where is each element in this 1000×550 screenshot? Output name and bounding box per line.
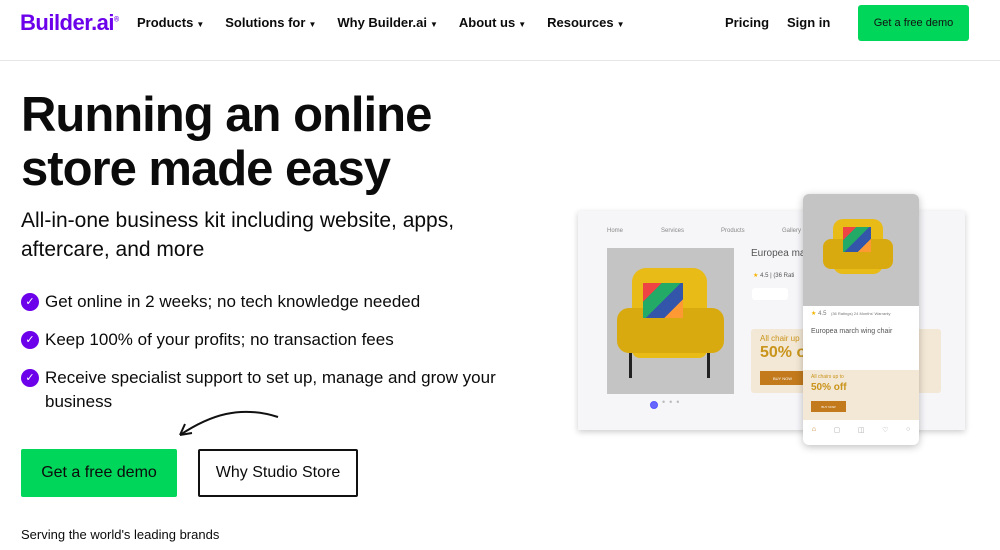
heart-icon[interactable]: ♡: [882, 426, 888, 434]
menu-about[interactable]: About us ▼: [459, 15, 526, 30]
star-icon: ★: [753, 273, 759, 279]
get-demo-button[interactable]: Get a free demo: [21, 449, 177, 497]
main-menu: Products ▼ Solutions for ▼ Why Builder.ai ▼…: [137, 15, 625, 30]
check-icon: ✓: [21, 293, 39, 311]
chevron-down-icon: ▼: [616, 20, 625, 29]
feature-item: ✓ Get online in 2 weeks; no tech knowledg…: [21, 290, 501, 314]
chair-image: [607, 248, 734, 394]
check-icon: ✓: [21, 369, 39, 387]
home-icon[interactable]: ⌂: [812, 426, 816, 434]
hero-title: Running an online store made easy: [21, 88, 432, 196]
chat-icon[interactable]: ▢: [834, 426, 841, 434]
mock-nav-products: Products: [721, 228, 745, 234]
phone-promo: All chairs up to 50% off BUY NOW: [803, 370, 919, 420]
menu-products[interactable]: Products ▼: [137, 15, 204, 30]
menu-resources[interactable]: Resources ▼: [547, 15, 624, 30]
phone-buy-now-button[interactable]: BUY NOW: [811, 401, 846, 412]
get-demo-button-nav[interactable]: Get a free demo: [858, 5, 969, 41]
mock-product-title: Europea ma: [751, 248, 806, 259]
serving-text: Serving the world's leading brands: [21, 527, 220, 542]
phone-mockup: ★ 4.5 (36 Ratings) 24 Months' Warranty E…: [803, 194, 919, 445]
profile-icon[interactable]: ○: [906, 426, 910, 434]
top-nav: Builder.ai® Products ▼ Solutions for ▼ Why…: [0, 0, 1000, 61]
arrow-icon: [179, 410, 279, 436]
phone-product-title: Europea march wing chair: [811, 328, 893, 335]
hero-subtitle: All-in-one business kit including websit…: [21, 209, 455, 261]
chevron-down-icon: ▼: [308, 20, 317, 29]
feature-item: ✓ Keep 100% of your profits; no transacti…: [21, 328, 501, 352]
carousel-dot-active[interactable]: [650, 401, 658, 409]
star-icon: ★: [811, 311, 817, 317]
bag-icon[interactable]: ◫: [858, 426, 865, 434]
mock-nav-gallery: Gallery: [782, 228, 802, 234]
logo-text: Builder.ai: [20, 10, 115, 35]
buy-now-button[interactable]: BUY NOW: [760, 371, 805, 385]
chevron-down-icon: ▼: [429, 20, 438, 29]
phone-tab-bar: ⌂ ▢ ◫ ♡ ○: [803, 426, 919, 434]
chevron-down-icon: ▼: [518, 20, 527, 29]
why-studio-store-button[interactable]: Why Studio Store: [198, 449, 358, 497]
mock-nav-home: Home: [607, 228, 624, 234]
check-icon: ✓: [21, 331, 39, 349]
builder-logo[interactable]: Builder.ai®: [20, 10, 119, 36]
carousel-dots[interactable]: •••: [662, 397, 683, 407]
menu-why-builder[interactable]: Why Builder.ai ▼: [337, 15, 438, 30]
mock-nav-services: Services: [661, 228, 685, 234]
pricing-link[interactable]: Pricing: [725, 15, 769, 30]
menu-solutions[interactable]: Solutions for ▼: [225, 15, 316, 30]
signin-link[interactable]: Sign in: [787, 15, 830, 30]
chevron-down-icon: ▼: [196, 20, 205, 29]
